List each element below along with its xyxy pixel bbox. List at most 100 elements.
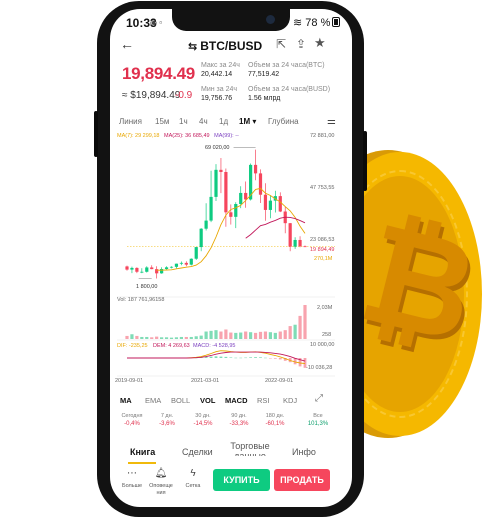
candle-body	[204, 220, 208, 229]
grid-bot-icon[interactable]: ϟ	[181, 468, 205, 479]
perf-label-30d: 30 дн.	[195, 413, 211, 419]
perf-value-30d: -14,5%	[193, 421, 213, 427]
macd-bar	[229, 357, 233, 358]
candle-body	[174, 263, 179, 267]
tab-order-book[interactable]: Книга	[130, 447, 155, 457]
cast-icon: ▫	[159, 18, 163, 27]
candle-body	[224, 171, 228, 213]
alerts-label[interactable]: Оповеще ния	[144, 483, 178, 496]
macd-bar	[214, 356, 218, 358]
volume-bar	[214, 330, 218, 339]
tab-depth[interactable]: Глубина	[268, 117, 299, 126]
candle-body	[150, 267, 154, 270]
tab-15m[interactable]: 15м	[155, 117, 169, 126]
volume-bar	[263, 331, 268, 339]
indicator-ema[interactable]: EMA	[145, 396, 161, 405]
candle-body	[140, 271, 144, 273]
volume-bar	[244, 331, 248, 339]
volume-bar	[224, 329, 228, 339]
tab-4h[interactable]: 4ч	[199, 117, 208, 126]
price-chart[interactable]	[117, 139, 335, 387]
volume-bar	[194, 336, 198, 339]
tab-trades[interactable]: Сделки	[182, 447, 213, 457]
battery-icon	[332, 17, 341, 27]
tab-1month[interactable]: 1M ▾	[239, 117, 256, 126]
battery-label: 78 %	[305, 17, 331, 29]
date-axis-2: 2021-03-01	[191, 378, 220, 384]
candle-body	[184, 262, 188, 265]
price-axis-1: 72 881,00	[310, 133, 335, 139]
indicator-boll[interactable]: BOLL	[171, 396, 190, 405]
indicator-ma[interactable]: MA	[120, 396, 132, 405]
camera-icon	[266, 15, 275, 24]
indicator-kdj[interactable]: KDJ	[283, 396, 297, 405]
volume-bar	[293, 324, 297, 339]
dif-label: DIF: -235,25	[117, 343, 148, 349]
candle-body	[169, 266, 174, 268]
perf-label-today: Сегодня	[121, 413, 143, 419]
volume-bar	[199, 335, 203, 339]
volume-bar	[209, 330, 213, 339]
date-axis-3: 2022-09-01	[265, 378, 294, 384]
volume-bar	[125, 335, 129, 339]
perf-label-180d: 180 дн.	[265, 413, 285, 419]
bell-icon[interactable]: 🔔︎	[149, 468, 173, 479]
tab-info[interactable]: Инфо	[292, 447, 316, 457]
candle-body	[209, 196, 213, 221]
volume-bar	[298, 315, 302, 339]
back-arrow-icon[interactable]: ←	[120, 36, 134, 52]
more-icon[interactable]: ⋯	[120, 468, 144, 479]
candle-body	[214, 169, 218, 197]
tab-trading-data[interactable]: Торговые данные	[229, 441, 271, 456]
candle-body	[155, 269, 159, 274]
volume-bar	[179, 336, 183, 339]
macd-bar	[254, 357, 257, 358]
volume-bar	[189, 336, 193, 339]
perf-label-7d: 7 дн.	[160, 413, 174, 419]
grid-label[interactable]: Сетка	[176, 483, 210, 490]
volume-busd-label: Объем за 24 часа(BUSD)	[248, 86, 331, 93]
ma7-line	[156, 187, 306, 271]
share-icon[interactable]: ⇪	[296, 37, 306, 51]
external-link-icon[interactable]: ⇱	[276, 37, 286, 51]
candle-body	[244, 192, 248, 200]
buy-button[interactable]: КУПИТЬ	[213, 469, 270, 491]
candle-body	[263, 194, 268, 210]
volume-bar	[239, 332, 243, 339]
candle-body	[234, 204, 238, 217]
volume-busd-value: 1.56 млрд	[248, 95, 281, 102]
expand-icon[interactable]: ⤢	[315, 393, 323, 404]
perf-value-today: -0,4%	[124, 421, 140, 427]
volume-bar	[169, 337, 174, 339]
indicator-rsi[interactable]: RSI	[257, 396, 270, 405]
sell-button[interactable]: ПРОДАТЬ	[274, 469, 330, 491]
macd-bar	[259, 357, 262, 358]
indicator-macd[interactable]: MACD	[225, 396, 248, 405]
pair-selector[interactable]: ⇆ BTC/BUSD	[188, 39, 262, 53]
volume-axis-2: 258	[322, 332, 332, 338]
indicator-vol[interactable]: VOL	[200, 396, 215, 405]
low-24h-label: Мин за 24ч	[201, 86, 238, 93]
favorite-star-icon[interactable]: ★	[314, 35, 326, 51]
candle-body	[258, 173, 263, 195]
status-right: ≋ 78 %	[293, 16, 341, 29]
candle-body	[160, 269, 164, 274]
volume-bar	[160, 337, 164, 339]
volume-bar	[303, 305, 307, 339]
volume-axis-1: 2,03M	[317, 305, 333, 311]
macd-bar	[234, 357, 238, 359]
volume-bar	[283, 330, 287, 339]
wifi-icon: ≋	[293, 17, 303, 29]
tab-line[interactable]: Линия	[119, 117, 142, 126]
volume-bar	[174, 337, 179, 339]
macd-bar	[249, 357, 253, 358]
chart-settings-icon[interactable]: ⚌	[327, 116, 336, 127]
low-24h-value: 19,756.76	[201, 95, 233, 102]
macd-axis-2: -10 036,28	[306, 365, 333, 371]
candle-body	[298, 239, 302, 247]
candle-body	[125, 266, 129, 270]
usd-price: ≈ $19,894.49	[122, 90, 181, 101]
tab-1h[interactable]: 1ч	[179, 117, 188, 126]
tab-1d[interactable]: 1д	[219, 117, 228, 126]
candle-body	[278, 196, 282, 212]
